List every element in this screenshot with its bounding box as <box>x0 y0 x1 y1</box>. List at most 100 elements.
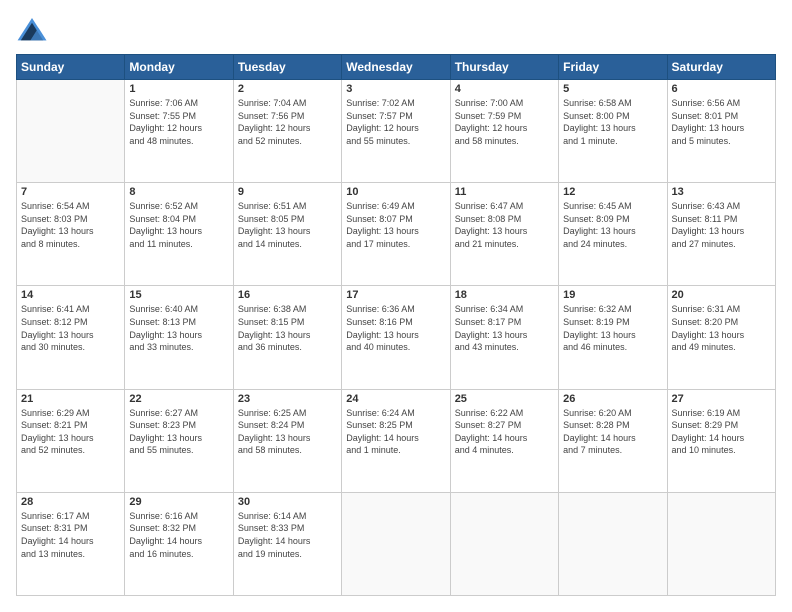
day-cell: 23 Sunrise: 6:25 AM Sunset: 8:24 PM Dayli… <box>233 389 341 492</box>
day-number: 3 <box>346 83 445 95</box>
day-cell: 22Sunrise: 6:27 AM Sunset: 8:23 PM Dayli… <box>125 389 233 492</box>
day-info: Sunrise: 6:38 AM Sunset: 8:15 PM Dayligh… <box>238 303 337 353</box>
day-number: 20 <box>672 289 771 301</box>
page: SundayMondayTuesdayWednesdayThursdayFrid… <box>0 0 792 612</box>
day-info: Sunrise: 6:56 AM Sunset: 8:01 PM Dayligh… <box>672 97 771 147</box>
day-cell <box>667 492 775 595</box>
day-cell: 17Sunrise: 6:36 AM Sunset: 8:16 PM Dayli… <box>342 286 450 389</box>
day-cell <box>342 492 450 595</box>
weekday-header-friday: Friday <box>559 55 667 80</box>
day-cell: 3 Sunrise: 7:02 AM Sunset: 7:57 PM Daylig… <box>342 80 450 183</box>
day-number: 18 <box>455 289 554 301</box>
day-cell: 19 Sunrise: 6:32 AM Sunset: 8:19 PM Dayli… <box>559 286 667 389</box>
week-row-0: 1 Sunrise: 7:06 AM Sunset: 7:55 PM Daylig… <box>17 80 776 183</box>
day-number: 30 <box>238 496 337 508</box>
day-number: 9 <box>238 186 337 198</box>
day-number: 11 <box>455 186 554 198</box>
day-number: 23 <box>238 393 337 405</box>
day-number: 1 <box>129 83 228 95</box>
day-cell: 24 Sunrise: 6:24 AM Sunset: 8:25 PM Dayli… <box>342 389 450 492</box>
week-row-3: 21 Sunrise: 6:29 AM Sunset: 8:21 PM Dayli… <box>17 389 776 492</box>
day-cell: 16 Sunrise: 6:38 AM Sunset: 8:15 PM Dayli… <box>233 286 341 389</box>
logo <box>16 16 50 44</box>
weekday-header-wednesday: Wednesday <box>342 55 450 80</box>
day-cell: 20Sunrise: 6:31 AM Sunset: 8:20 PM Dayli… <box>667 286 775 389</box>
day-number: 8 <box>129 186 228 198</box>
day-cell: 13 Sunrise: 6:43 AM Sunset: 8:11 PM Dayli… <box>667 183 775 286</box>
day-number: 4 <box>455 83 554 95</box>
day-info: Sunrise: 6:14 AM Sunset: 8:33 PM Dayligh… <box>238 510 337 560</box>
day-number: 22 <box>129 393 228 405</box>
day-cell: 28Sunrise: 6:17 AM Sunset: 8:31 PM Dayli… <box>17 492 125 595</box>
weekday-header-monday: Monday <box>125 55 233 80</box>
day-info: Sunrise: 6:34 AM Sunset: 8:17 PM Dayligh… <box>455 303 554 353</box>
day-cell: 9 Sunrise: 6:51 AM Sunset: 8:05 PM Daylig… <box>233 183 341 286</box>
day-info: Sunrise: 6:43 AM Sunset: 8:11 PM Dayligh… <box>672 200 771 250</box>
day-info: Sunrise: 6:17 AM Sunset: 8:31 PM Dayligh… <box>21 510 120 560</box>
day-number: 12 <box>563 186 662 198</box>
day-cell: 5Sunrise: 6:58 AM Sunset: 8:00 PM Daylig… <box>559 80 667 183</box>
day-info: Sunrise: 6:54 AM Sunset: 8:03 PM Dayligh… <box>21 200 120 250</box>
day-number: 25 <box>455 393 554 405</box>
weekday-header-saturday: Saturday <box>667 55 775 80</box>
day-cell: 29 Sunrise: 6:16 AM Sunset: 8:32 PM Dayli… <box>125 492 233 595</box>
day-cell: 11Sunrise: 6:47 AM Sunset: 8:08 PM Dayli… <box>450 183 558 286</box>
day-cell: 25Sunrise: 6:22 AM Sunset: 8:27 PM Dayli… <box>450 389 558 492</box>
day-info: Sunrise: 7:02 AM Sunset: 7:57 PM Dayligh… <box>346 97 445 147</box>
day-number: 14 <box>21 289 120 301</box>
day-cell: 8 Sunrise: 6:52 AM Sunset: 8:04 PM Daylig… <box>125 183 233 286</box>
day-cell: 2 Sunrise: 7:04 AM Sunset: 7:56 PM Daylig… <box>233 80 341 183</box>
day-cell: 26Sunrise: 6:20 AM Sunset: 8:28 PM Dayli… <box>559 389 667 492</box>
calendar: SundayMondayTuesdayWednesdayThursdayFrid… <box>16 54 776 596</box>
day-cell: 21 Sunrise: 6:29 AM Sunset: 8:21 PM Dayli… <box>17 389 125 492</box>
day-cell: 1 Sunrise: 7:06 AM Sunset: 7:55 PM Daylig… <box>125 80 233 183</box>
day-info: Sunrise: 6:24 AM Sunset: 8:25 PM Dayligh… <box>346 407 445 457</box>
day-cell: 10 Sunrise: 6:49 AM Sunset: 8:07 PM Dayli… <box>342 183 450 286</box>
day-number: 29 <box>129 496 228 508</box>
weekday-header-sunday: Sunday <box>17 55 125 80</box>
day-number: 17 <box>346 289 445 301</box>
day-cell <box>17 80 125 183</box>
week-row-1: 7 Sunrise: 6:54 AM Sunset: 8:03 PM Daylig… <box>17 183 776 286</box>
day-info: Sunrise: 6:51 AM Sunset: 8:05 PM Dayligh… <box>238 200 337 250</box>
day-info: Sunrise: 6:29 AM Sunset: 8:21 PM Dayligh… <box>21 407 120 457</box>
day-number: 13 <box>672 186 771 198</box>
day-info: Sunrise: 6:58 AM Sunset: 8:00 PM Dayligh… <box>563 97 662 147</box>
day-info: Sunrise: 6:19 AM Sunset: 8:29 PM Dayligh… <box>672 407 771 457</box>
day-cell: 18 Sunrise: 6:34 AM Sunset: 8:17 PM Dayli… <box>450 286 558 389</box>
day-number: 2 <box>238 83 337 95</box>
day-info: Sunrise: 6:25 AM Sunset: 8:24 PM Dayligh… <box>238 407 337 457</box>
day-info: Sunrise: 6:52 AM Sunset: 8:04 PM Dayligh… <box>129 200 228 250</box>
week-row-4: 28Sunrise: 6:17 AM Sunset: 8:31 PM Dayli… <box>17 492 776 595</box>
day-number: 24 <box>346 393 445 405</box>
day-info: Sunrise: 6:49 AM Sunset: 8:07 PM Dayligh… <box>346 200 445 250</box>
day-cell: 12 Sunrise: 6:45 AM Sunset: 8:09 PM Dayli… <box>559 183 667 286</box>
day-cell: 6 Sunrise: 6:56 AM Sunset: 8:01 PM Daylig… <box>667 80 775 183</box>
day-info: Sunrise: 6:16 AM Sunset: 8:32 PM Dayligh… <box>129 510 228 560</box>
logo-icon <box>16 16 48 44</box>
day-number: 6 <box>672 83 771 95</box>
day-info: Sunrise: 6:45 AM Sunset: 8:09 PM Dayligh… <box>563 200 662 250</box>
day-cell: 30 Sunrise: 6:14 AM Sunset: 8:33 PM Dayli… <box>233 492 341 595</box>
day-info: Sunrise: 7:04 AM Sunset: 7:56 PM Dayligh… <box>238 97 337 147</box>
day-cell: 4Sunrise: 7:00 AM Sunset: 7:59 PM Daylig… <box>450 80 558 183</box>
day-number: 27 <box>672 393 771 405</box>
weekday-header-tuesday: Tuesday <box>233 55 341 80</box>
day-info: Sunrise: 7:06 AM Sunset: 7:55 PM Dayligh… <box>129 97 228 147</box>
header <box>16 16 776 44</box>
weekday-header-thursday: Thursday <box>450 55 558 80</box>
day-number: 10 <box>346 186 445 198</box>
day-cell: 27 Sunrise: 6:19 AM Sunset: 8:29 PM Dayli… <box>667 389 775 492</box>
day-cell <box>559 492 667 595</box>
day-number: 16 <box>238 289 337 301</box>
day-number: 15 <box>129 289 228 301</box>
day-number: 21 <box>21 393 120 405</box>
day-cell: 15 Sunrise: 6:40 AM Sunset: 8:13 PM Dayli… <box>125 286 233 389</box>
day-info: Sunrise: 6:41 AM Sunset: 8:12 PM Dayligh… <box>21 303 120 353</box>
day-info: Sunrise: 6:32 AM Sunset: 8:19 PM Dayligh… <box>563 303 662 353</box>
day-number: 7 <box>21 186 120 198</box>
day-number: 26 <box>563 393 662 405</box>
day-info: Sunrise: 6:40 AM Sunset: 8:13 PM Dayligh… <box>129 303 228 353</box>
day-cell <box>450 492 558 595</box>
day-number: 19 <box>563 289 662 301</box>
